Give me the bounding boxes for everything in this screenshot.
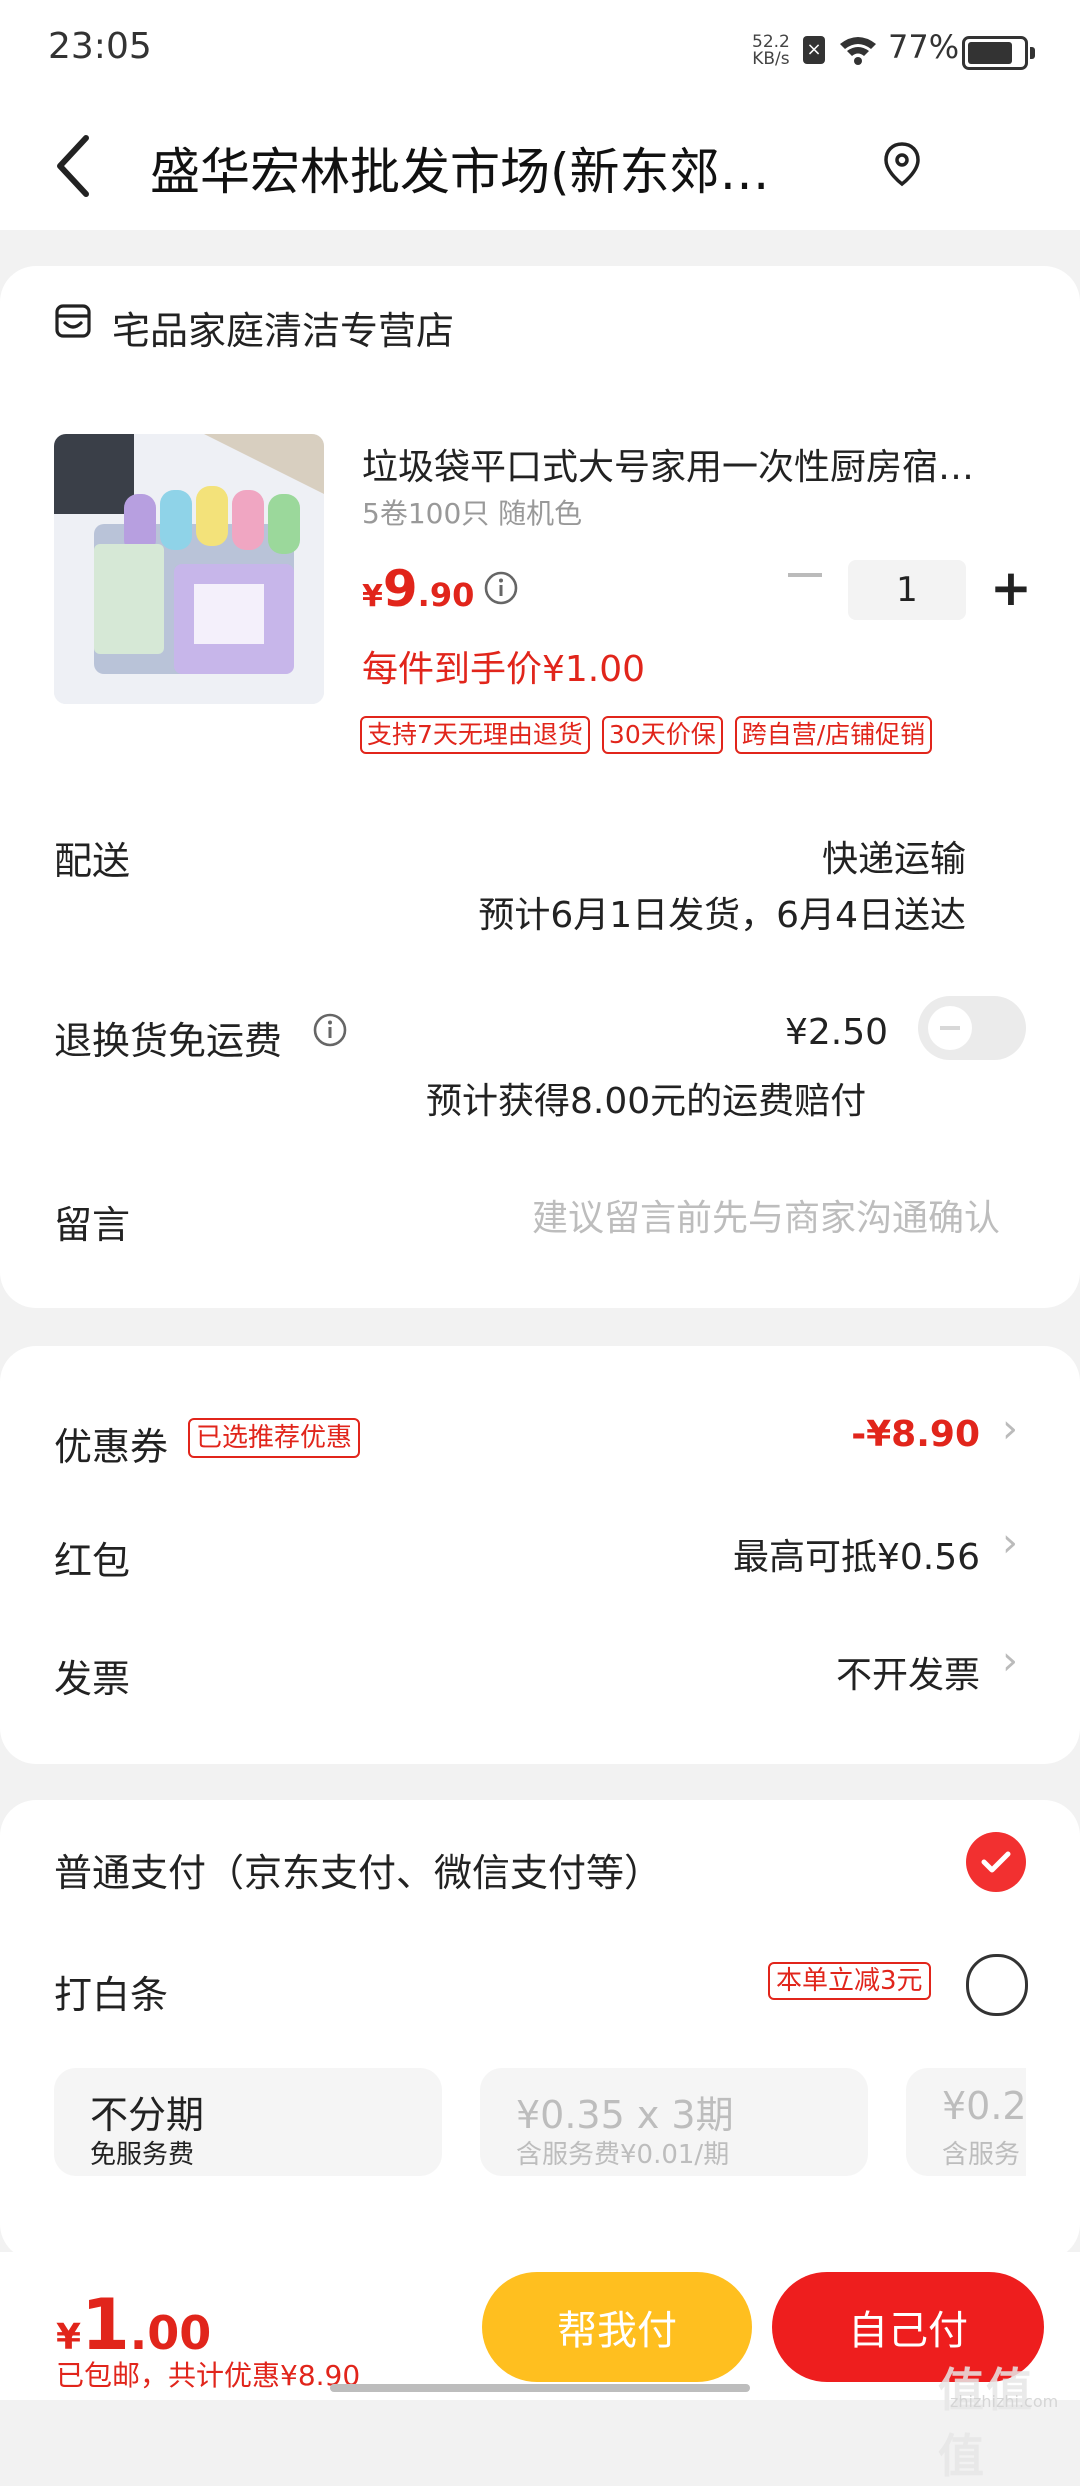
no-sim-icon: × (803, 36, 825, 64)
service-tags: 支持7天无理由退货 30天价保 跨自营/店铺促销 (360, 716, 933, 754)
baitiao-radio[interactable] (966, 1954, 1028, 2016)
chevron-left-icon (57, 135, 89, 197)
product-title[interactable]: 垃圾袋平口式大号家用一次性厨房宿… (362, 438, 1022, 490)
installment-option[interactable]: ¥0.35 x 3期 含服务费¥0.01/期 (480, 2068, 868, 2176)
unit-price: 每件到手价¥1.00 (362, 649, 646, 690)
location-pin-icon[interactable] (882, 140, 922, 190)
product-price: ¥9.90 (362, 560, 475, 618)
address-title[interactable]: 盛华宏林批发市场(新东郊… (150, 132, 850, 204)
product-spec: 5卷100只 随机色 (362, 497, 583, 530)
installment-options: 不分期 免服务费 ¥0.35 x 3期 含服务费¥0.01/期 ¥0.2 含服务 (0, 2068, 1080, 2178)
message-label: 留言 (54, 1203, 131, 1247)
shop-name[interactable]: 宅品家庭清洁专营店 (112, 300, 454, 355)
delivery-label: 配送 (54, 839, 131, 883)
installment-option[interactable]: ¥0.2 含服务 (906, 2068, 1027, 2176)
status-time: 23:05 (48, 26, 152, 67)
battery-percent: 77% (888, 28, 960, 66)
normal-payment-label[interactable]: 普通支付（京东支付、微信支付等） (54, 1842, 662, 1897)
baitiao-tag: 本单立减3元 (768, 1962, 931, 2000)
coupon-tag: 已选推荐优惠 (188, 1418, 361, 1458)
decrease-quantity-button[interactable] (788, 573, 822, 577)
order-card (0, 266, 1080, 1308)
increase-quantity-button[interactable]: + (990, 558, 1032, 618)
return-info-icon[interactable] (312, 1012, 348, 1048)
message-input[interactable] (440, 1188, 1000, 1248)
wifi-icon (838, 34, 878, 70)
status-bar: 23:05 52.2 KB/s × 77% (0, 0, 1080, 100)
normal-payment-check-icon[interactable] (966, 1832, 1026, 1892)
return-shipping-price: ¥2.50 (784, 1012, 888, 1053)
watermark-url: zhizhizhi.com (950, 2392, 1059, 2411)
quantity-field[interactable]: 1 (848, 560, 966, 620)
network-speed: 52.2 KB/s (752, 32, 790, 69)
service-tag: 30天价保 (601, 716, 723, 754)
invoice-label: 发票 (54, 1657, 131, 1701)
coupon-label: 优惠券 (54, 1425, 169, 1469)
installment-option[interactable]: 不分期 免服务费 (54, 2068, 442, 2176)
product-image[interactable] (54, 434, 324, 704)
redpacket-label: 红包 (54, 1539, 131, 1583)
home-indicator[interactable] (330, 2384, 750, 2392)
chevron-right-icon[interactable]: › (1002, 1638, 1018, 1684)
return-shipping-note: 预计获得8.00元的运费赔付 (426, 1081, 867, 1122)
invoice-value[interactable]: 不开发票 (836, 1646, 980, 1698)
total-subtext: 已包邮，共计优惠¥8.90 (56, 2359, 361, 2392)
help-me-pay-button[interactable]: 帮我付 (482, 2272, 752, 2382)
shop-icon (54, 302, 92, 340)
service-tag: 支持7天无理由退货 (360, 716, 590, 754)
coupon-value[interactable]: -¥8.90 (851, 1414, 980, 1455)
baitiao-label[interactable]: 打白条 (54, 1964, 168, 2019)
return-shipping-label: 退换货免运费 (54, 1019, 283, 1063)
service-tag: 跨自营/店铺促销 (734, 716, 933, 754)
watermark-logo: 值值值 (938, 2363, 1034, 2483)
price-info-icon[interactable] (483, 570, 519, 606)
top-nav: 盛华宏林批发市场(新东郊… (0, 100, 1080, 230)
return-shipping-toggle[interactable] (918, 996, 1026, 1060)
delivery-method[interactable]: 快递运输 (822, 830, 966, 882)
chevron-right-icon[interactable]: › (1002, 1406, 1018, 1452)
redpacket-value[interactable]: 最高可抵¥0.56 (733, 1528, 980, 1580)
delivery-eta[interactable]: 预计6月1日发货，6月4日送达 (478, 886, 966, 938)
chevron-right-icon[interactable]: › (1002, 1520, 1018, 1566)
back-button[interactable] (50, 126, 110, 206)
battery-icon (962, 36, 1035, 70)
checkout-bar: ¥1.00 已包邮，共计优惠¥8.90 帮我付 自己付 (0, 2252, 1080, 2400)
